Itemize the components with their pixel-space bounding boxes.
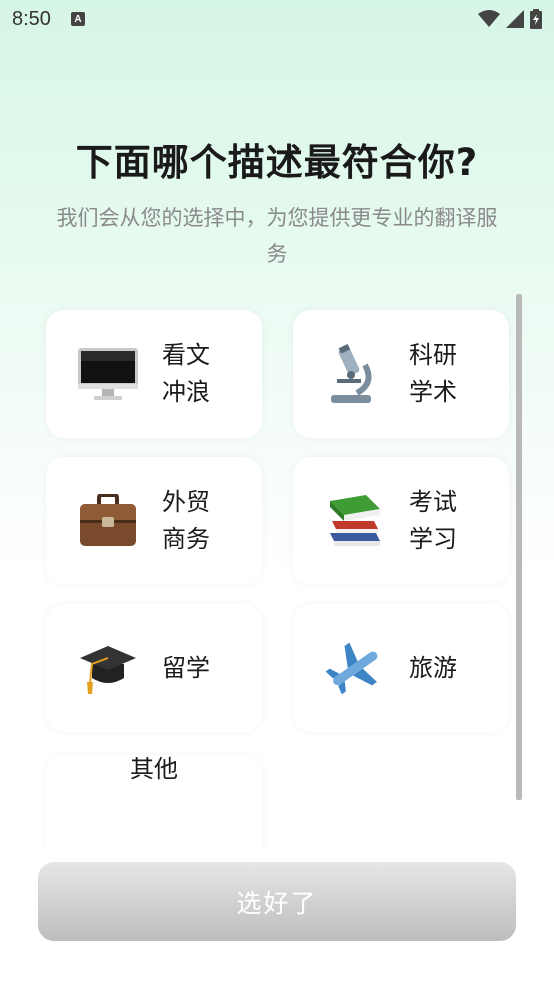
option-card-study-abroad[interactable]: 留学	[46, 604, 262, 732]
option-card-travel[interactable]: 旅游	[293, 604, 509, 732]
airplane-icon	[323, 636, 387, 700]
option-label: 留学	[162, 653, 210, 682]
option-card-study[interactable]: 考试学习	[293, 457, 509, 585]
confirm-button[interactable]: 选好了	[38, 862, 516, 941]
books-icon	[323, 489, 387, 553]
status-icons	[478, 9, 542, 29]
option-card-research[interactable]: 科研学术	[293, 310, 509, 438]
briefcase-icon	[76, 489, 140, 553]
option-label: 外贸商务	[162, 488, 210, 553]
wifi-icon	[478, 10, 500, 27]
graduation-cap-icon	[76, 636, 140, 700]
option-label: 其他	[130, 754, 178, 783]
option-label: 旅游	[409, 653, 457, 682]
option-card-reading[interactable]: 看文冲浪	[46, 310, 262, 438]
option-label: 看文冲浪	[162, 341, 210, 406]
signal-icon	[506, 10, 524, 28]
battery-icon	[530, 9, 542, 29]
options-grid: 看文冲浪 科研学术 外贸商务 考试学习 留学 旅游 其他	[0, 305, 554, 847]
microscope-icon	[323, 342, 387, 406]
option-label: 考试学习	[409, 488, 457, 553]
option-card-business[interactable]: 外贸商务	[46, 457, 262, 585]
option-label: 科研学术	[409, 341, 457, 406]
page-subtitle: 我们会从您的选择中，为您提供更专业的翻译服务	[56, 206, 498, 266]
option-card-other[interactable]: 其他	[46, 755, 262, 847]
status-time: 8:50	[12, 7, 51, 30]
scrollbar[interactable]	[516, 294, 522, 800]
computer-monitor-icon	[76, 342, 140, 406]
status-bar: 8:50 A	[0, 0, 554, 38]
notification-a-icon: A	[70, 12, 85, 26]
page-title: 下面哪个描述最符合你?	[75, 141, 479, 184]
